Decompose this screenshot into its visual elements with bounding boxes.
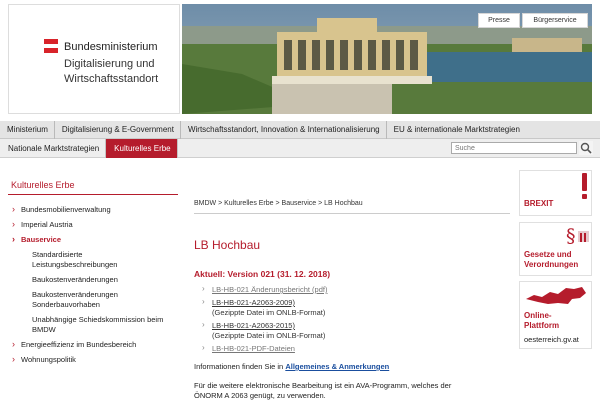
sidebar-heading: Kulturelles Erbe xyxy=(8,172,178,195)
paragraph-line: ÖNORM A 2063 genügt, zu verwenden. xyxy=(194,391,326,400)
press-link[interactable]: Presse xyxy=(478,13,520,28)
sidebar-item-imperial-austria[interactable]: Imperial Austria xyxy=(8,219,180,230)
search-icon[interactable] xyxy=(579,141,593,155)
svg-text:§: § xyxy=(566,225,576,247)
sidebar: Kulturelles Erbe Bundesmobilienverwaltun… xyxy=(0,172,182,370)
online-title-line1: Online- xyxy=(524,311,552,320)
nav-kulturelles-erbe[interactable]: Kulturelles Erbe xyxy=(106,139,178,158)
search-input[interactable] xyxy=(451,142,577,154)
file-link-pdf-dateien[interactable]: LB-HB-021-PDF-Dateien xyxy=(212,344,295,353)
sidebar-subitem-sonderbauvorhaben[interactable]: Baukostenveränderungen Sonderbauvorhaben xyxy=(8,290,180,310)
ava-paragraph: Für die weitere elektronische Bearbeitun… xyxy=(194,381,514,401)
austria-flag-icon xyxy=(44,39,58,53)
gesetze-box[interactable]: § Gesetze und Verordnungen xyxy=(519,222,592,276)
header: Bundesministerium Digitalisierung und Wi… xyxy=(0,0,600,120)
subitem-line: Baukostenveränderungen xyxy=(32,275,118,284)
online-title-line2: Plattform xyxy=(524,321,560,330)
subitem-line: Standardisierte xyxy=(32,250,83,259)
file-link-aenderungsbericht[interactable]: LB-HB-021 Änderungsbericht (pdf) xyxy=(212,285,327,294)
nav-nationale-marktstrategien[interactable]: Nationale Marktstrategien xyxy=(0,139,107,158)
logo-line-1: Bundesministerium xyxy=(64,41,158,53)
online-platform-box[interactable]: Online- Plattform oesterreich.gv.at xyxy=(519,281,592,349)
subitem-line: Unabhängige Schiedskommission beim xyxy=(32,315,164,324)
paragraph-line: Für die weitere elektronische Bearbeitun… xyxy=(194,381,452,390)
page-title: LB Hochbau xyxy=(194,238,261,252)
brexit-box[interactable]: BREXIT xyxy=(519,170,592,216)
austria-map-icon xyxy=(526,287,586,304)
buergerservice-link[interactable]: Bürgerservice xyxy=(522,13,588,28)
sidebar-item-bundesmobilienverwaltung[interactable]: Bundesmobilienverwaltung xyxy=(8,204,180,215)
logo-line-2: Digitalisierung und xyxy=(64,58,155,70)
breadcrumb-divider xyxy=(194,213,510,214)
list-item: LB-HB-021-A2063-2015) (Gezippte Datei im… xyxy=(194,320,514,341)
info-text: Informationen finden Sie in xyxy=(194,362,286,371)
allgemeines-link[interactable]: Allgemeines & Anmerkungen xyxy=(285,362,389,371)
sidebar-item-energieeffizienz[interactable]: Energieeffizienz im Bundesbereich xyxy=(8,339,180,350)
sidebar-subitem-baukostenveraenderungen[interactable]: Baukostenveränderungen xyxy=(8,275,180,285)
file-link-a2063-2015[interactable]: LB-HB-021-A2063-2015) xyxy=(212,321,514,331)
sidebar-subitem-schiedskommission[interactable]: Unabhängige Schiedskommission beim BMDW xyxy=(8,315,180,335)
file-link-a2063-2009[interactable]: LB-HB-021-A2063-2009) xyxy=(212,298,514,308)
brexit-title: BREXIT xyxy=(524,199,554,208)
current-version-heading: Aktuell: Version 021 (31. 12. 2018) xyxy=(194,269,331,279)
sidebar-list: Bundesmobilienverwaltung Imperial Austri… xyxy=(8,204,180,365)
list-item: LB-HB-021-A2063-2009) (Gezippte Datei im… xyxy=(194,297,514,318)
breadcrumb[interactable]: BMDW > Kulturelles Erbe > Bauservice > L… xyxy=(194,200,514,207)
logo-line-3: Wirtschaftsstandort xyxy=(64,73,159,85)
list-item: LB-HB-021 Änderungsbericht (pdf) xyxy=(194,284,514,295)
list-item: LB-HB-021-PDF-Dateien xyxy=(194,343,514,354)
top-links: Presse Bürgerservice xyxy=(478,13,588,28)
gesetze-title-line2: Verordnungen xyxy=(524,260,579,269)
file-note: (Gezippte Datei im ONLB-Format) xyxy=(212,308,326,317)
nav-wirtschaftsstandort[interactable]: Wirtschaftsstandort, Innovation & Intern… xyxy=(181,121,387,139)
sidebar-item-bauservice[interactable]: Bauservice xyxy=(8,234,180,245)
gesetze-title-line1: Gesetze und xyxy=(524,250,572,259)
subitem-line: BMDW xyxy=(32,325,56,334)
oesterreich-url[interactable]: oesterreich.gv.at xyxy=(524,335,579,344)
primary-nav: Ministerium Digitalisierung & E-Governme… xyxy=(0,121,600,139)
paragraph-icon: § xyxy=(566,225,589,247)
subitem-line: Baukostenveränderungen xyxy=(32,290,118,299)
sidebar-item-wohnungspolitik[interactable]: Wohnungspolitik xyxy=(8,354,180,365)
file-list: LB-HB-021 Änderungsbericht (pdf) LB-HB-0… xyxy=(194,284,514,354)
subitem-line: Sonderbauvorhaben xyxy=(32,300,100,309)
info-line: Informationen finden Sie in Allgemeines … xyxy=(194,362,514,372)
nav-eu-marktstrategien[interactable]: EU & internationale Marktstrategien xyxy=(387,121,526,139)
file-note: (Gezippte Datei im ONLB-Format) xyxy=(212,331,326,340)
nav-ministerium[interactable]: Ministerium xyxy=(0,121,55,139)
ministry-logo[interactable]: Bundesministerium Digitalisierung und Wi… xyxy=(8,4,180,114)
sidebar-subitem-leistungsbeschreibungen[interactable]: Standardisierte Leistungsbeschreibungen xyxy=(8,250,180,270)
subitem-line: Leistungsbeschreibungen xyxy=(32,260,118,269)
main-content: BMDW > Kulturelles Erbe > Bauservice > L… xyxy=(194,200,514,401)
exclamation-icon xyxy=(582,173,587,199)
nav-digitalisierung[interactable]: Digitalisierung & E-Government xyxy=(55,121,181,139)
